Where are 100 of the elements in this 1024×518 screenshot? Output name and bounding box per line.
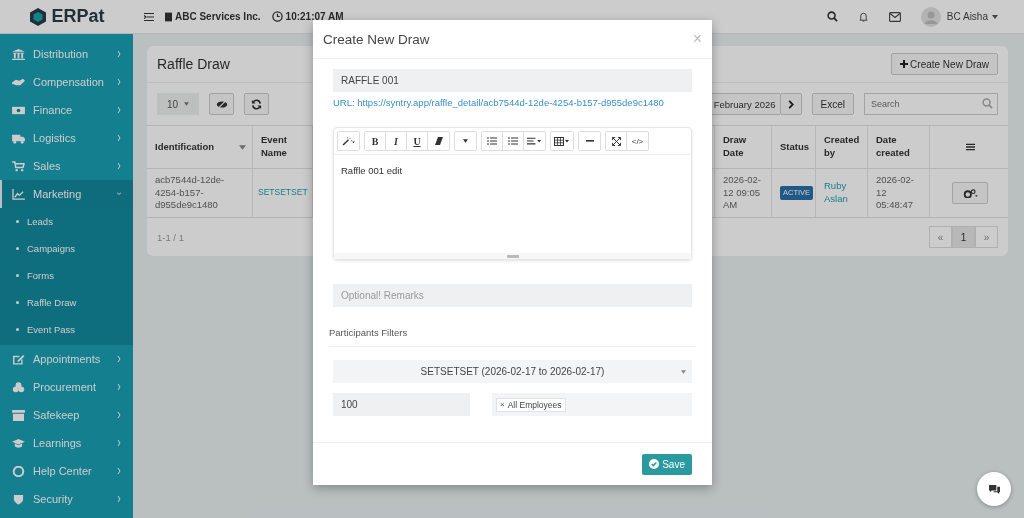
eye-slash-icon [215, 99, 228, 109]
dash-icon [585, 140, 594, 142]
chevron-icon [117, 191, 121, 197]
save-button[interactable]: Save [642, 453, 692, 475]
caret-icon [681, 369, 686, 374]
hand-icon [12, 76, 25, 88]
chevron-icon [117, 356, 121, 362]
align-icon [527, 137, 542, 145]
last-page-button[interactable]: » [975, 226, 998, 248]
editor-text[interactable]: Raffle 001 edit [334, 155, 691, 253]
magic-wand-icon [342, 136, 355, 146]
fullscreen-button[interactable] [606, 132, 627, 150]
remove-button[interactable]: × [500, 399, 505, 410]
chevron-icon [117, 412, 121, 418]
sidebar-item[interactable]: Learnings [0, 429, 133, 457]
page-button[interactable]: 1 [952, 226, 975, 248]
first-page-button[interactable]: « [929, 226, 952, 248]
eraser-icon [434, 137, 443, 145]
sidebar-subitem[interactable]: Raffle Draw [0, 289, 133, 316]
visibility-button[interactable] [209, 93, 234, 115]
chevron-icon [117, 135, 121, 141]
create-button[interactable]: Create New Draw [891, 53, 998, 75]
search-icon[interactable] [826, 11, 838, 22]
table-cell: 2026-02-12 05:48:47 [868, 169, 930, 218]
plus-icon [900, 60, 909, 68]
company-name: ABC Services Inc. [175, 11, 261, 22]
chevron-icon [117, 79, 121, 85]
page-title: Raffle Draw [157, 56, 230, 72]
list-icon [487, 137, 497, 145]
column-header: Created by [816, 126, 868, 169]
envelope-icon[interactable] [888, 11, 901, 22]
section-heading: Participants Filters [329, 327, 696, 347]
column-header: Status [772, 126, 816, 169]
actions-button[interactable] [952, 182, 988, 204]
sidebar-item[interactable]: Logistics [0, 124, 133, 152]
next-button[interactable] [779, 93, 802, 115]
chat-button[interactable] [977, 472, 1011, 506]
user-menu[interactable]: BC Aisha [946, 11, 998, 22]
sidebar-item[interactable]: Appointments [0, 345, 133, 373]
sidebar-subitem[interactable]: Leads [0, 208, 133, 235]
sidebar-item[interactable]: Procurement [0, 373, 133, 401]
url-link[interactable]: URL: https://syntry.app/raffle_detail/acb7544d-12de-4254-b157-d955de9c1480 [333, 97, 692, 108]
bullet-list-button[interactable] [482, 132, 503, 150]
sidebar-item[interactable]: Distribution [0, 40, 133, 68]
remarks-field[interactable]: Optional! Remarks [333, 284, 692, 307]
menu-icon[interactable] [965, 143, 975, 151]
dropdown-button[interactable] [455, 132, 476, 150]
sidebar-item[interactable]: Marketing [0, 180, 133, 208]
horizontal-rule-button[interactable] [579, 132, 600, 150]
sidebar-item[interactable]: Help Center [0, 457, 133, 485]
magic-wand-button[interactable] [338, 132, 359, 150]
graduation-cap-icon [12, 437, 25, 449]
chevron-icon [117, 107, 121, 113]
table-cell: acb7544d-12de-4254-b157-d955de9c1480 [147, 169, 253, 218]
building-icon [165, 11, 172, 22]
chevron-icon [117, 163, 121, 169]
refresh-button[interactable] [244, 93, 269, 115]
bold-button[interactable]: B [365, 132, 386, 150]
page-size-select[interactable]: 10 [157, 93, 199, 115]
sidebar-subitem[interactable]: Forms [0, 262, 133, 289]
event-link[interactable]: SETSETSET [258, 187, 308, 199]
menu-icon[interactable] [144, 12, 154, 21]
bell-icon[interactable] [857, 11, 869, 22]
table-icon [554, 136, 570, 146]
refresh-icon [251, 98, 262, 110]
event-select[interactable]: SETSETSET (2026-02-17 to 2026-02-17) [333, 360, 692, 383]
chevron-icon [117, 384, 121, 390]
table-button[interactable] [551, 132, 573, 150]
name-field[interactable]: RAFFLE 001 [333, 69, 692, 92]
count-field[interactable]: 100 [333, 393, 470, 416]
edit-icon [12, 353, 25, 365]
chevron-icon [117, 496, 121, 502]
excel-button[interactable]: Excel [811, 93, 854, 115]
chevron-icon [787, 99, 794, 109]
sidebar-subitem[interactable]: Event Pass [0, 316, 133, 343]
align-button[interactable] [524, 132, 545, 150]
sidebar-item[interactable]: Sales [0, 152, 133, 180]
sidebar-item[interactable]: Compensation [0, 68, 133, 96]
clock-icon [271, 11, 283, 22]
archive-icon [12, 409, 25, 421]
cubes-icon [12, 381, 25, 393]
sidebar-subitem[interactable]: Campaigns [0, 235, 133, 262]
caret-icon [463, 139, 468, 143]
numbered-list-icon [508, 137, 518, 145]
tag-chip: × All Employees [496, 397, 566, 412]
sidebar-item[interactable]: Finance [0, 96, 133, 124]
resize-handle[interactable] [334, 253, 691, 259]
lifebuoy-icon [12, 465, 25, 477]
table-cell: 2026-02-12 09:05 AM [715, 169, 772, 218]
sidebar-item[interactable]: Security [0, 485, 133, 513]
record-range: 1-1 / 1 [157, 231, 184, 243]
sidebar-item[interactable]: Safekeep [0, 401, 133, 429]
column-header[interactable]: Identification [147, 126, 253, 169]
logo-text: ERPat [51, 6, 105, 27]
clock-time: 10:21:07 AM [285, 11, 344, 22]
check-circle-icon [649, 459, 660, 469]
participants-field[interactable]: × All Employees [492, 393, 692, 416]
search-field[interactable]: Search [864, 93, 998, 115]
user-link[interactable]: Ruby Aslan [824, 180, 861, 206]
cart-icon [12, 160, 25, 172]
